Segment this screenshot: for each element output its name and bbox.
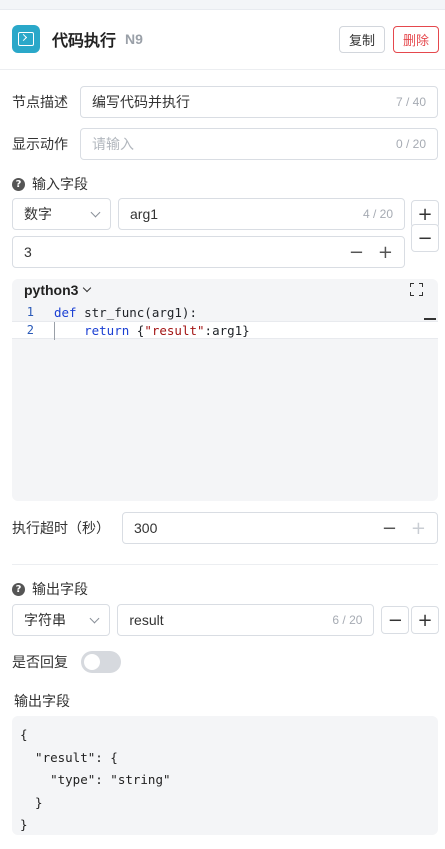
input-section-title: ? 输入字段 — [12, 174, 88, 194]
timeout-value: 300 — [134, 520, 158, 536]
output-name-value: result — [129, 612, 164, 628]
indent-guide — [54, 322, 55, 340]
json-line: "result": { — [20, 749, 118, 765]
node-desc-input[interactable]: 编写代码并执行 7 / 40 — [80, 86, 438, 118]
code-string: "result" — [144, 322, 205, 338]
timeout-increment-button[interactable]: + — [411, 518, 426, 539]
section-divider — [12, 564, 438, 565]
code-editor[interactable]: python3 1 def str_func(arg1): 2 return {… — [12, 279, 438, 501]
language-select[interactable]: python3 — [24, 282, 92, 298]
node-desc-value: 编写代码并执行 — [92, 94, 190, 110]
add-output-button[interactable]: + — [411, 606, 439, 634]
show-action-count: 0 / 20 — [395, 137, 426, 151]
output-name-count: 6 / 20 — [332, 613, 363, 627]
json-line: "type": "string" — [20, 772, 171, 787]
help-icon[interactable]: ? — [12, 582, 25, 596]
timeout-decrement-button[interactable]: − — [382, 518, 397, 539]
help-icon[interactable]: ? — [12, 177, 25, 191]
line-number: 2 — [26, 323, 34, 337]
node-desc-row: 节点描述 编写代码并执行 7 / 40 — [12, 86, 439, 118]
show-action-placeholder: 请输入 — [92, 136, 134, 152]
input-number-value: 3 — [24, 244, 32, 260]
decrement-button[interactable]: − — [349, 242, 364, 263]
header-divider — [0, 69, 445, 70]
chevron-down-icon — [83, 283, 92, 293]
input-name-count: 4 / 20 — [362, 207, 393, 221]
chevron-down-icon — [90, 207, 101, 217]
node-header: 代码执行 N9 复制 删除 — [12, 24, 439, 54]
code-text: str_func(arg1): — [76, 304, 197, 320]
json-line: { — [20, 727, 28, 742]
json-line: } — [20, 817, 28, 832]
reply-label: 是否回复 — [12, 654, 68, 670]
input-value-row: 3 − + − — [12, 224, 439, 268]
code-text: { — [129, 322, 145, 338]
minimap-marker — [424, 318, 436, 320]
input-type-value: 数字 — [24, 206, 52, 222]
top-bar — [0, 0, 445, 10]
timeout-input[interactable]: 300 − + — [122, 512, 438, 544]
timeout-row: 执行超时（秒） 300 − + — [12, 512, 439, 544]
node-desc-count: 7 / 40 — [395, 95, 426, 109]
remove-output-button[interactable]: − — [381, 606, 410, 634]
code-keyword: return — [84, 322, 130, 338]
code-line-active: 2 return {"result":arg1} — [12, 321, 438, 340]
output-type-select[interactable]: 字符串 — [12, 604, 111, 636]
code-text: :arg1} — [204, 322, 250, 338]
input-section-label: 输入字段 — [32, 176, 88, 192]
reply-row: 是否回复 — [12, 651, 439, 673]
output-section-label: 输出字段 — [32, 581, 88, 597]
json-line: } — [20, 794, 43, 810]
input-type-select[interactable]: 数字 — [12, 198, 111, 230]
output-name-field[interactable]: result 6 / 20 — [117, 604, 375, 636]
delete-button[interactable]: 删除 — [392, 25, 439, 53]
line-number: 1 — [26, 305, 34, 319]
fullscreen-icon[interactable] — [410, 283, 423, 296]
node-id: N9 — [125, 31, 143, 47]
copy-button[interactable]: 复制 — [338, 25, 385, 53]
input-name-value: arg1 — [130, 206, 159, 222]
show-action-row: 显示动作 请输入 0 / 20 — [12, 128, 439, 160]
terminal-icon — [12, 25, 40, 53]
node-desc-label: 节点描述 — [12, 94, 68, 110]
output-type-value: 字符串 — [24, 612, 66, 628]
input-field-row: 数字 arg1 4 / 20 + — [12, 198, 439, 230]
node-title: 代码执行 — [52, 33, 117, 50]
code-area[interactable]: 1 def str_func(arg1): 2 return {"result"… — [12, 303, 438, 340]
code-keyword: def — [54, 304, 77, 320]
show-action-label: 显示动作 — [12, 136, 68, 152]
remove-input-button[interactable]: − — [411, 224, 439, 252]
reply-toggle[interactable] — [81, 651, 121, 673]
input-name-field[interactable]: arg1 4 / 20 — [118, 198, 405, 230]
code-line: 1 def str_func(arg1): — [12, 303, 438, 321]
output-section-title: ? 输出字段 — [12, 579, 88, 599]
chevron-down-icon — [89, 613, 100, 623]
output-json-title: 输出字段 — [14, 693, 70, 709]
input-number-field[interactable]: 3 − + — [12, 236, 405, 268]
output-field-row: 字符串 result 6 / 20 − + — [12, 604, 439, 636]
show-action-input[interactable]: 请输入 0 / 20 — [80, 128, 438, 160]
increment-button[interactable]: + — [378, 242, 393, 263]
timeout-label: 执行超时（秒） — [12, 520, 110, 536]
language-value: python3 — [24, 282, 79, 298]
output-json-box: { "result": { "type": "string" } } — [12, 716, 438, 835]
